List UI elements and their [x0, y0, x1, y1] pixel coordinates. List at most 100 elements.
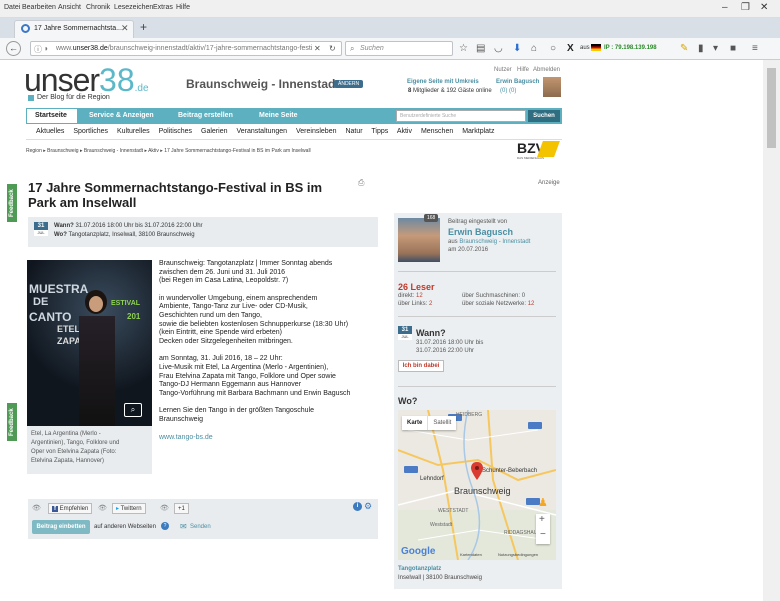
map-data-link[interactable]: Kartendaten [460, 552, 482, 557]
home-icon[interactable]: ⌂ [531, 43, 537, 54]
feedback-tab-top[interactable]: Feedback [7, 184, 17, 222]
search-placeholder: Suchen [360, 45, 384, 52]
help-icon[interactable]: ? [161, 522, 169, 530]
info-icon[interactable]: ⓘ [34, 44, 42, 55]
subnav-veranstaltungen[interactable]: Veranstaltungen [236, 128, 287, 135]
download-icon[interactable]: ⬇ [513, 43, 521, 54]
addon-doc-icon[interactable]: ▮ [698, 43, 704, 54]
embed-post-button[interactable]: Beitrag einbetten [32, 520, 90, 534]
back-icon[interactable]: ← [6, 41, 21, 56]
nav-tab-service[interactable]: Service & Anzeigen [89, 112, 154, 119]
menu-ansicht[interactable]: Ansicht [58, 4, 81, 11]
site-search-input[interactable]: Benutzerdefinierte Suche [396, 110, 526, 122]
map-tab-karte[interactable]: Karte [402, 416, 427, 430]
crumb-braunschweig[interactable]: Braunschweig [47, 148, 78, 154]
menu-chronik[interactable]: Chronik [86, 4, 110, 11]
germany-flag-icon [591, 44, 601, 51]
menu-lesezeichen[interactable]: Lesezeichen [114, 4, 153, 11]
send-link[interactable]: Senden [190, 524, 211, 530]
chat-icon[interactable]: ○ [550, 43, 556, 54]
header-user-name[interactable]: Erwin Bagusch [496, 79, 539, 85]
top-link-hilfe[interactable]: Hilfe [517, 67, 529, 73]
sidebar-toggle-icon[interactable]: ■ [730, 43, 736, 54]
location-map[interactable]: Karte Satellit Lehndorf Schunter-Beberbac… [398, 410, 556, 560]
nav-tab-meine-seite[interactable]: Meine Seite [259, 112, 298, 119]
zoom-out-icon[interactable]: − [540, 529, 546, 540]
menu-hilfe[interactable]: Hilfe [176, 4, 190, 11]
zoom-in-icon[interactable]: + [539, 514, 545, 525]
author-avatar[interactable] [398, 218, 440, 262]
subnav-aktuelles[interactable]: Aktuelles [36, 128, 64, 135]
print-icon[interactable]: ⎙ [358, 178, 364, 188]
gear-icon[interactable]: ⚙ [364, 501, 372, 512]
paragraph-1: Braunschweig: Tangotanzplatz | Immer Son… [159, 260, 333, 285]
menu-datei[interactable]: Datei [4, 4, 20, 11]
search-icon: ⌕ [350, 44, 355, 53]
tab-close-icon[interactable]: ✕ [121, 23, 129, 34]
subnav-aktiv[interactable]: Aktiv [397, 128, 412, 135]
subnav-natur[interactable]: Natur [345, 128, 362, 135]
external-link[interactable]: www.tango-bs.de [159, 434, 379, 443]
crumb-aktiv[interactable]: Aktiv [148, 148, 159, 154]
pegman-icon[interactable]: ♟ [538, 496, 548, 509]
breadcrumb: Region ▸ Braunschweig ▸ Braunschweig - I… [26, 148, 311, 154]
url-domain: unser38.de [72, 45, 108, 52]
close-window-icon[interactable]: ✕ [760, 2, 768, 13]
subnav-tipps[interactable]: Tipps [371, 128, 388, 135]
clear-url-icon[interactable]: ✕ [314, 44, 321, 53]
facebook-icon: f [52, 506, 58, 512]
place-name[interactable]: Tangotanzplatz [398, 566, 441, 572]
article-photo[interactable]: MUESTRA DE CANTO ETELVI ZAPAT ESTIVAL 20… [27, 260, 152, 426]
author-name[interactable]: Erwin Bagusch [448, 227, 513, 237]
minimize-icon[interactable]: – [722, 2, 728, 13]
top-link-nutzer[interactable]: Nutzer [494, 67, 512, 73]
info-icon[interactable]: i [353, 502, 362, 511]
browser-tab[interactable]: 17 Jahre Sommernachtsta... ✕ [14, 20, 134, 38]
subnav-marktplatz[interactable]: Marktplatz [462, 128, 494, 135]
menu-extras[interactable]: Extras [153, 4, 173, 11]
crumb-region[interactable]: Region [26, 148, 42, 154]
google-plus-button[interactable]: +1 [174, 503, 189, 514]
reload-icon[interactable]: ↻ [329, 44, 336, 53]
header-user-counts[interactable]: (0) (0) [500, 88, 516, 94]
url-bar[interactable]: ⓘ ◗ www.unser38.de/braunschweig-innensta… [30, 41, 342, 56]
own-page-link[interactable]: Eigene Seite mit Umkreis [407, 79, 479, 85]
top-link-abmelden[interactable]: Abmelden [533, 67, 560, 73]
crumb-innenstadt[interactable]: Braunschweig - Innenstadt [84, 148, 143, 154]
scrollbar-thumb[interactable] [767, 68, 776, 148]
maximize-icon[interactable]: ❐ [741, 2, 750, 13]
region-change-badge[interactable]: ÄNDERN [334, 80, 364, 88]
sidebar-when-label: Wann? [416, 328, 446, 338]
header-avatar[interactable] [543, 77, 561, 97]
new-tab-icon[interactable]: + [140, 20, 147, 34]
subnav-kulturelles[interactable]: Kulturelles [117, 128, 150, 135]
nav-tab-beitrag[interactable]: Beitrag erstellen [178, 112, 233, 119]
subnav-vereinsleben[interactable]: Vereinsleben [296, 128, 336, 135]
attend-button[interactable]: Ich bin dabei [398, 360, 444, 372]
mail-icon[interactable]: ✉ [180, 522, 187, 531]
subnav-galerien[interactable]: Galerien [201, 128, 227, 135]
map-tab-satellit[interactable]: Satellit [427, 416, 456, 430]
facebook-like-button[interactable]: f Empfehlen [48, 503, 93, 514]
hamburger-menu-icon[interactable]: ≡ [752, 43, 758, 54]
map-pin-icon[interactable] [471, 462, 483, 480]
browser-search-field[interactable]: ⌕ Suchen [345, 41, 453, 56]
shield-icon[interactable]: ◗ [44, 44, 49, 53]
reading-list-icon[interactable]: ▤ [476, 43, 485, 54]
twitter-button[interactable]: ▸ Twittern [112, 503, 146, 514]
eye-icon: 👁 [32, 505, 41, 512]
addon-puzzle-icon[interactable]: ✎ [680, 43, 688, 54]
nav-tab-startseite[interactable]: Startseite [26, 108, 78, 124]
map-terms-link[interactable]: Nutzungsbedingungen [498, 552, 538, 557]
pocket-icon[interactable]: ◡ [494, 43, 503, 54]
subnav-menschen[interactable]: Menschen [421, 128, 453, 135]
subnav-politisches[interactable]: Politisches [159, 128, 192, 135]
subnav-sportliches[interactable]: Sportliches [73, 128, 108, 135]
menu-bearbeiten[interactable]: Bearbeiten [22, 4, 56, 11]
x-addon-icon[interactable]: X [567, 43, 574, 54]
dropdown-icon[interactable]: ▾ [713, 43, 718, 54]
bookmark-star-icon[interactable]: ☆ [459, 43, 468, 54]
zoom-icon[interactable]: ⌕ [124, 403, 142, 417]
site-search-button[interactable]: Suchen [528, 110, 560, 122]
feedback-tab-bottom[interactable]: Feedback [7, 403, 17, 441]
